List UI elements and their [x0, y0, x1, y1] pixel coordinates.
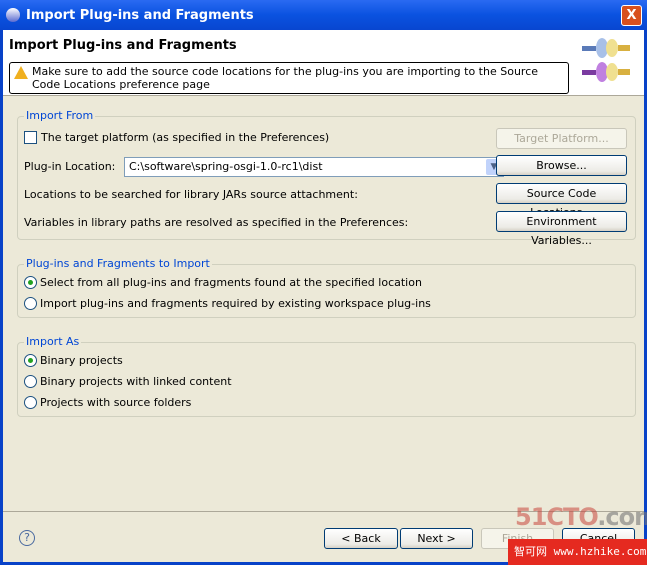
location-value: C:\software\spring-osgi-1.0-rc1\dist	[129, 160, 323, 173]
radio-binary[interactable]: Binary projects	[24, 354, 123, 367]
plugin-location-combo[interactable]: C:\software\spring-osgi-1.0-rc1\dist ▼	[124, 157, 504, 177]
vars-label: Variables in library paths are resolved …	[24, 216, 409, 229]
close-button[interactable]: X	[621, 5, 642, 26]
import-dialog: Import Plug-ins and Fragments X Import P…	[0, 0, 647, 565]
radio[interactable]	[24, 396, 37, 409]
eclipse-icon	[6, 8, 20, 22]
radio-binary-linked[interactable]: Binary projects with linked content	[24, 375, 232, 388]
target-platform-checkbox[interactable]: The target platform (as specified in the…	[24, 131, 329, 144]
radio-label: Import plug-ins and fragments required b…	[40, 297, 431, 310]
browse-button[interactable]: Browse...	[496, 155, 627, 176]
radio[interactable]	[24, 354, 37, 367]
watermark-hzhike: 智可网 www.hzhike.com	[508, 539, 647, 565]
window-title: Import Plug-ins and Fragments	[26, 7, 254, 23]
location-label: Plug-in Location:	[24, 160, 116, 173]
page-title: Import Plug-ins and Fragments	[9, 38, 237, 53]
radio-label: Projects with source folders	[40, 396, 192, 409]
warning-icon	[14, 66, 28, 79]
radio-required[interactable]: Import plug-ins and fragments required b…	[24, 297, 431, 310]
wizard-header: Import Plug-ins and Fragments Make sure …	[3, 30, 644, 96]
target-platform-button[interactable]: Target Platform...	[496, 128, 627, 149]
group-label: Plug-ins and Fragments to Import	[24, 257, 212, 270]
radio-source[interactable]: Projects with source folders	[24, 396, 191, 409]
group-label: Import As	[24, 335, 82, 348]
watermark-51cto: 51CTO.com	[515, 503, 647, 531]
radio[interactable]	[24, 375, 37, 388]
radio-label: Select from all plug-ins and fragments f…	[40, 276, 422, 289]
import-as-group: Import As Binary projects Binary project…	[17, 335, 636, 417]
checkbox-label: The target platform (as specified in the…	[41, 131, 330, 144]
plugin-banner-icon	[582, 38, 630, 82]
radio[interactable]	[24, 297, 37, 310]
title-bar[interactable]: Import Plug-ins and Fragments X	[0, 0, 647, 30]
environment-variables-button[interactable]: Environment Variables...	[496, 211, 627, 247]
import-from-group: Import From The target platform (as spec…	[17, 109, 636, 247]
next-button[interactable]: Next >	[400, 528, 473, 549]
source-label: Locations to be searched for library JAR…	[24, 188, 358, 201]
group-label: Import From	[24, 109, 96, 122]
warning-text: Make sure to add the source code locatio…	[32, 65, 539, 91]
radio[interactable]	[24, 276, 37, 289]
checkbox[interactable]	[24, 131, 37, 144]
to-import-group: Plug-ins and Fragments to Import Select …	[17, 257, 636, 318]
warning-message: Make sure to add the source code locatio…	[9, 62, 569, 94]
radio-label: Binary projects with linked content	[40, 375, 232, 388]
back-button[interactable]: < Back	[324, 528, 398, 549]
radio-select-all[interactable]: Select from all plug-ins and fragments f…	[24, 276, 422, 289]
radio-label: Binary projects	[40, 354, 123, 367]
help-icon[interactable]: ?	[19, 530, 35, 546]
source-code-locations-button[interactable]: Source Code Locations...	[496, 183, 627, 219]
